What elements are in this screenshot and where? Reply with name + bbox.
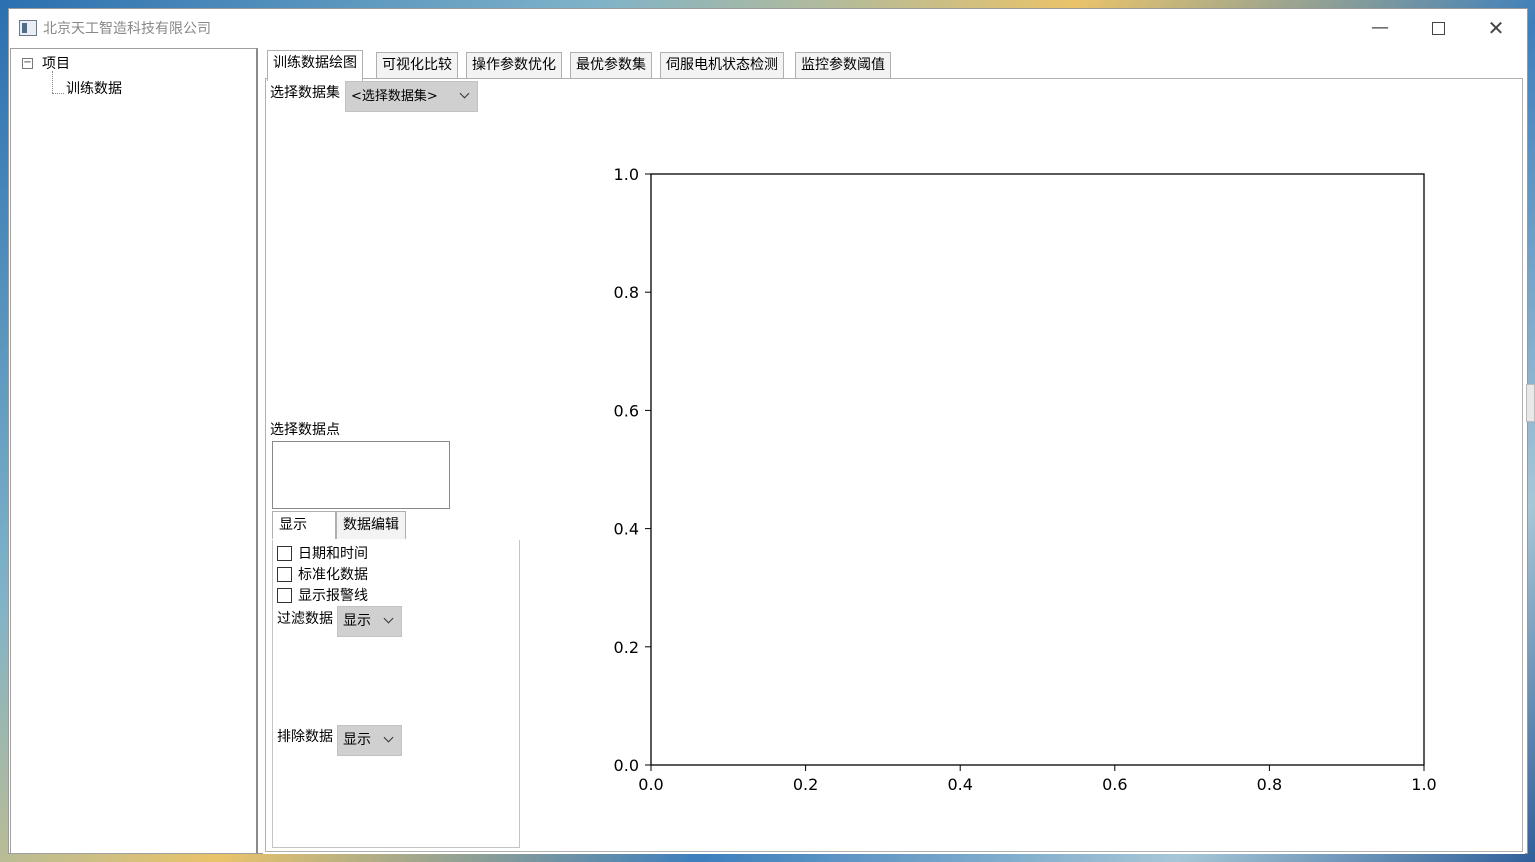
tree-connector [52,93,64,94]
window-title: 北京天工智造科技有限公司 [43,21,211,37]
y-tick-label: 0.6 [614,401,639,420]
plot-canvas[interactable]: 0.0 0.2 0.4 0.6 0.8 1.0 0.0 0.2 0.4 0.6 0.8 1.0 [266,79,1522,851]
y-tick-label: 0.0 [614,756,639,775]
app-window: 北京天工智造科技有限公司 — ✕ − 项目 训练数据 训练数据绘图 可视化比较 … [8,8,1528,854]
x-tick-label: 0.6 [1102,775,1127,794]
x-tick-label: 0.2 [793,775,818,794]
tab-training-plot[interactable]: 训练数据绘图 [267,50,363,81]
tab-monitor-threshold[interactable]: 监控参数阈值 [795,52,891,79]
tab-servo-status[interactable]: 伺服电机状态检测 [660,52,784,79]
tree-item-project[interactable]: 项目 [42,53,70,73]
project-tree[interactable]: − 项目 训练数据 [10,48,258,854]
minimize-button[interactable]: — [1357,13,1403,43]
close-icon: ✕ [1487,16,1505,40]
maximize-icon [1431,21,1445,35]
tree-connector [52,71,53,93]
y-tick-label: 0.8 [614,283,639,302]
y-tick-label: 1.0 [614,165,639,184]
x-tick-label: 0.0 [638,775,663,794]
plot-frame [650,173,1425,766]
y-tick-label: 0.2 [614,638,639,657]
tab-visual-compare[interactable]: 可视化比较 [376,52,458,79]
maximize-button[interactable] [1415,13,1461,43]
collapse-icon[interactable]: − [22,58,33,69]
tab-param-optimization[interactable]: 操作参数优化 [466,52,562,79]
main-panel: 训练数据绘图 可视化比较 操作参数优化 最优参数集 伺服电机状态检测 监控参数阈… [263,48,1525,854]
x-tick-label: 0.8 [1257,775,1282,794]
edge-scrollbar [1526,384,1535,422]
y-tick-label: 0.4 [614,520,639,539]
tab-content-training-plot: 选择数据集 <选择数据集> 选择数据点 显示 数据编辑 日期和时间 标准化数据 [265,78,1523,852]
close-button[interactable]: ✕ [1473,13,1519,43]
tab-optimal-params[interactable]: 最优参数集 [570,52,652,79]
tree-item-training-data[interactable]: 训练数据 [66,78,122,98]
x-tick-label: 1.0 [1411,775,1436,794]
title-bar[interactable]: 北京天工智造科技有限公司 — ✕ [9,9,1527,47]
x-tick-label: 0.4 [947,775,972,794]
app-icon [19,20,37,36]
minimize-icon: — [1371,17,1389,38]
